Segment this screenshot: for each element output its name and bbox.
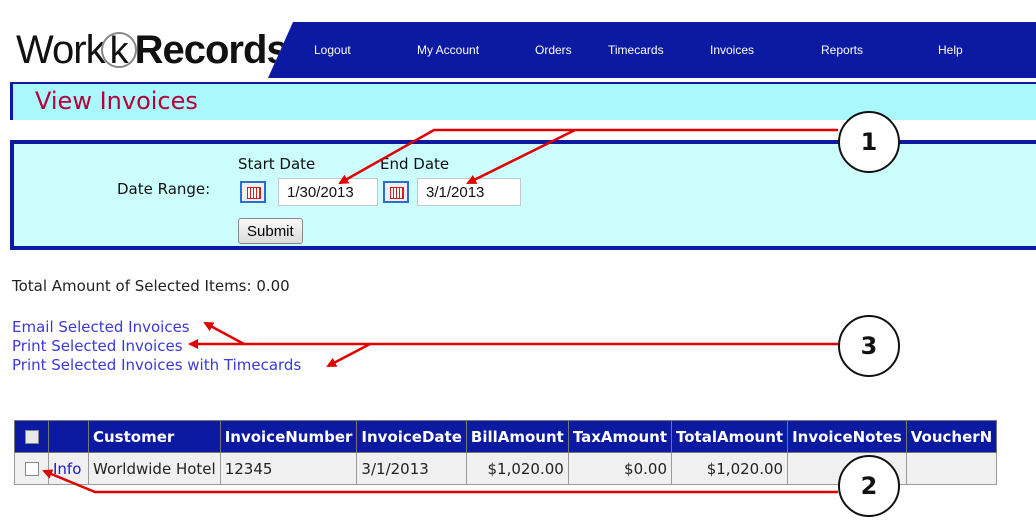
logo-k-circle: k bbox=[100, 32, 137, 70]
nav-help[interactable]: Help bbox=[938, 22, 963, 78]
email-selected-invoices-link[interactable]: Email Selected Invoices bbox=[12, 318, 190, 336]
select-all-checkbox[interactable] bbox=[24, 430, 39, 444]
row-info-cell: Info bbox=[48, 452, 89, 485]
start-date-input[interactable] bbox=[278, 178, 378, 206]
nav-orders[interactable]: Orders bbox=[535, 22, 572, 78]
cell-voucher bbox=[905, 452, 998, 485]
end-date-input[interactable] bbox=[417, 178, 521, 206]
column-header-customer[interactable]: Customer bbox=[88, 420, 221, 453]
date-range-label: Date Range: bbox=[117, 180, 211, 198]
callout-1-badge: 1 bbox=[838, 111, 900, 173]
start-calendar-icon[interactable] bbox=[240, 181, 266, 203]
column-header-invoice-date[interactable]: InvoiceDate bbox=[356, 420, 467, 453]
column-header-tax-amount[interactable]: TaxAmount bbox=[567, 420, 673, 453]
page-title: View Invoices bbox=[35, 87, 198, 115]
start-date-label: Start Date bbox=[238, 155, 316, 173]
column-header-bill-amount[interactable]: BillAmount bbox=[465, 420, 569, 453]
select-all-header bbox=[14, 420, 49, 453]
nav-timecards[interactable]: Timecards bbox=[608, 22, 664, 78]
cell-customer: Worldwide Hotel bbox=[88, 452, 221, 485]
logo-text-records: Records bbox=[134, 27, 289, 72]
column-header-voucher[interactable]: VoucherN bbox=[905, 420, 998, 453]
column-header-invoice-notes[interactable]: InvoiceNotes bbox=[787, 420, 907, 453]
submit-button[interactable]: Submit bbox=[238, 218, 303, 244]
cell-total-amount: $1,020.00 bbox=[670, 452, 789, 485]
nav-my-account[interactable]: My Account bbox=[417, 22, 479, 78]
logo: Work k Records bbox=[10, 22, 293, 78]
callout-3-badge: 3 bbox=[838, 315, 900, 377]
column-header-total-amount[interactable]: TotalAmount bbox=[670, 420, 789, 453]
print-invoices-with-timecards-link[interactable]: Print Selected Invoices with Timecards bbox=[12, 356, 301, 374]
header-bar: Work k Records Logout My Account Orders … bbox=[10, 22, 1036, 78]
row-select-checkbox[interactable] bbox=[24, 462, 39, 476]
column-header-invoice-number[interactable]: InvoiceNumber bbox=[219, 420, 358, 453]
row-select-cell bbox=[14, 452, 49, 485]
nav-reports[interactable]: Reports bbox=[821, 22, 863, 78]
end-date-label: End Date bbox=[380, 155, 450, 173]
cell-invoice-number: 12345 bbox=[219, 452, 358, 485]
print-selected-invoices-link[interactable]: Print Selected Invoices bbox=[12, 337, 183, 355]
nav-invoices[interactable]: Invoices bbox=[710, 22, 754, 78]
callout-2-badge: 2 bbox=[838, 455, 900, 517]
info-column-header bbox=[48, 420, 89, 453]
table-header-row: Customer InvoiceNumber InvoiceDate BillA… bbox=[14, 420, 998, 453]
info-link[interactable]: Info bbox=[53, 460, 81, 478]
end-calendar-icon[interactable] bbox=[383, 181, 409, 203]
cell-tax-amount: $0.00 bbox=[567, 452, 673, 485]
nav-logout[interactable]: Logout bbox=[314, 22, 351, 78]
cell-bill-amount: $1,020.00 bbox=[465, 452, 569, 485]
cell-invoice-date: 3/1/2013 bbox=[356, 452, 467, 485]
total-selected-amount: Total Amount of Selected Items: 0.00 bbox=[12, 277, 290, 295]
logo-text-work: Work bbox=[16, 27, 106, 72]
